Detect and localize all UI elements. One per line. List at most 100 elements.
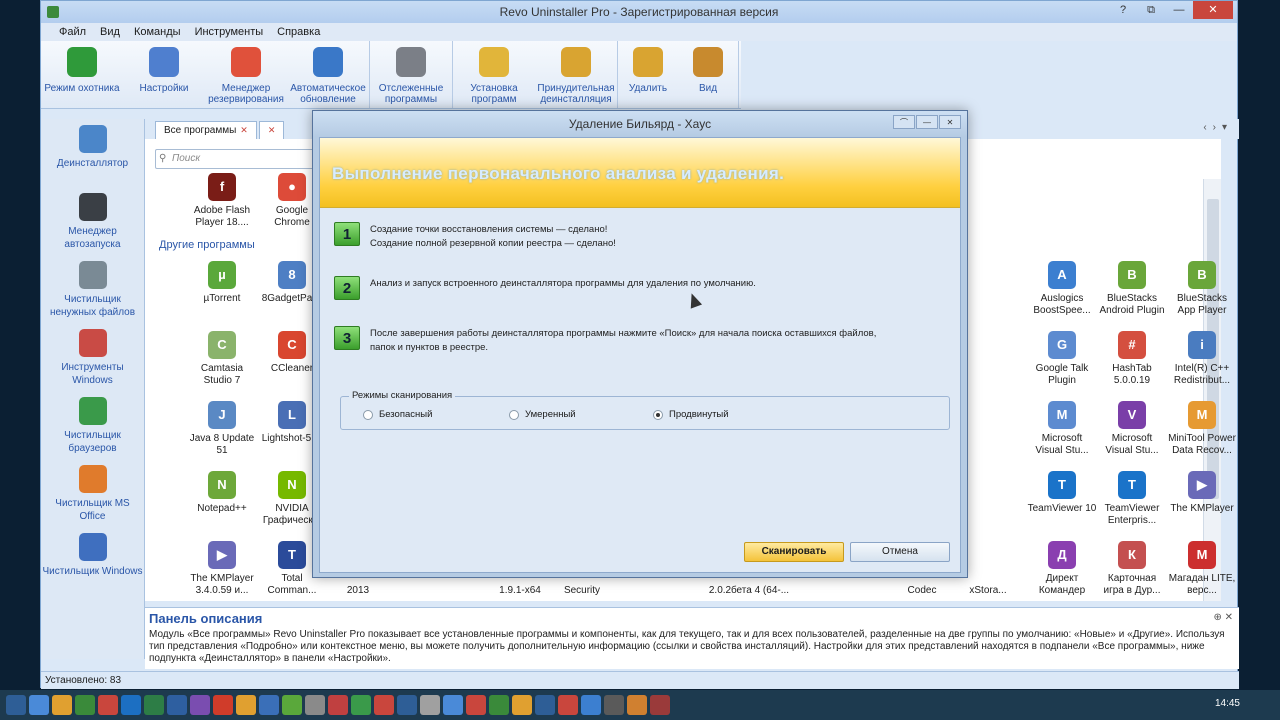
menu-file[interactable]: Файл [59, 23, 86, 41]
program-item[interactable]: К Карточная игра в Дур... [1097, 541, 1167, 597]
taskbar-app-icon[interactable] [282, 695, 302, 715]
program-item[interactable]: Д Директ Командер [1027, 541, 1097, 597]
sidebar-item-5[interactable]: Чистильщик MS Office [41, 459, 144, 527]
ribbon-button-1[interactable]: Настройки [123, 41, 205, 108]
taskbar-app-icon[interactable] [512, 695, 532, 715]
program-item[interactable]: B BlueStacks Android Plugin [1097, 261, 1167, 317]
radio-safe[interactable]: Безопасный [363, 409, 432, 420]
menu-tools[interactable]: Инструменты [195, 23, 264, 41]
taskbar-app-icon[interactable] [627, 695, 647, 715]
program-item[interactable]: A Auslogics BoostSpee... [1027, 261, 1097, 317]
taskbar-app-icon[interactable] [489, 695, 509, 715]
ribbon-button-0[interactable]: Режим охотника [41, 41, 123, 108]
taskbar-app-icon[interactable] [259, 695, 279, 715]
dialog-restore-icon[interactable]: ⌒ [893, 115, 915, 129]
program-item[interactable]: B BlueStacks App Player [1167, 261, 1237, 317]
program-item[interactable]: ▶ The KMPlayer [1167, 471, 1237, 515]
taskbar-app-icon[interactable] [374, 695, 394, 715]
program-item[interactable]: f Adobe Flash Player 18.... [187, 173, 257, 229]
taskbar-app-icon[interactable] [52, 695, 72, 715]
taskbar-app-icon[interactable] [121, 695, 141, 715]
taskbar-app-icon[interactable] [328, 695, 348, 715]
search-input[interactable]: Поиск [155, 149, 315, 169]
radio-advanced[interactable]: Продвинутый [653, 409, 729, 420]
tab-second[interactable]: ✕ [258, 121, 285, 139]
sidebar-item-label: Чистильщик Windows [42, 566, 143, 577]
program-item[interactable]: N Notepad++ [187, 471, 257, 515]
taskbar-app-icon[interactable] [213, 695, 233, 715]
ribbon-button-6[interactable]: Принудительная деинсталляция [535, 41, 617, 108]
program-item[interactable]: i Intel(R) C++ Redistribut... [1167, 331, 1237, 387]
taskbar-app-icon[interactable] [351, 695, 371, 715]
sidebar-item-4[interactable]: Чистильщик браузеров [41, 391, 144, 459]
dialog-minimize-icon[interactable]: — [916, 115, 938, 129]
sidebar-item-0[interactable]: Деинсталлятор [41, 119, 144, 187]
taskbar-app-icon[interactable] [581, 695, 601, 715]
menu-help[interactable]: Справка [277, 23, 320, 41]
taskbar-app-icon[interactable] [535, 695, 555, 715]
program-item[interactable]: M MiniTool Power Data Recov... [1167, 401, 1237, 457]
taskbar-app-icon[interactable] [75, 695, 95, 715]
taskbar-app-icon[interactable] [397, 695, 417, 715]
taskbar-app-icon[interactable] [305, 695, 325, 715]
program-item[interactable]: J Java 8 Update 51 [187, 401, 257, 457]
taskbar-app-icon[interactable] [144, 695, 164, 715]
program-item[interactable]: ▶ The KMPlayer 3.4.0.59 и... [187, 541, 257, 597]
sidebar-item-1[interactable]: Менеджер автозапуска [41, 187, 144, 255]
program-item[interactable]: M Магадан LITE, верс... [1167, 541, 1237, 597]
program-item[interactable]: T TeamViewer Enterpris... [1097, 471, 1167, 527]
ribbon-button-label: Автоматическое обновление [290, 83, 366, 105]
program-item[interactable]: # HashTab 5.0.0.19 [1097, 331, 1167, 387]
sidebar-item-6[interactable]: Чистильщик Windows [41, 527, 144, 595]
radio-advanced-circle[interactable] [653, 409, 663, 420]
ribbon-button-2[interactable]: Менеджер резервирования [205, 41, 287, 108]
tab-nav-arrows[interactable]: ‹›▾ [1203, 122, 1233, 133]
description-pin-close-icons[interactable]: ⊕ ✕ [1213, 612, 1233, 623]
taskbar-app-icon[interactable] [236, 695, 256, 715]
radio-moderate[interactable]: Умеренный [509, 409, 576, 420]
close-button[interactable]: ✕ [1193, 1, 1233, 19]
sidebar-item-2[interactable]: Чистильщик ненужных файлов [41, 255, 144, 323]
program-item[interactable]: V Microsoft Visual Stu... [1097, 401, 1167, 457]
taskbar-app-icon[interactable] [6, 695, 26, 715]
taskbar-app-icon[interactable] [650, 695, 670, 715]
radio-safe-label: Безопасный [379, 409, 433, 420]
minimize-button[interactable]: — [1165, 1, 1193, 19]
taskbar-app-icon[interactable] [558, 695, 578, 715]
program-item[interactable]: M Microsoft Visual Stu... [1027, 401, 1097, 457]
scan-button[interactable]: Сканировать [744, 542, 844, 562]
restore-button[interactable]: ⧉ [1137, 1, 1165, 19]
radio-safe-circle[interactable] [363, 409, 373, 420]
help-button[interactable]: ? [1109, 1, 1137, 19]
program-item[interactable]: µ µTorrent [187, 261, 257, 305]
program-label: Магадан LITE, верс... [1168, 573, 1236, 596]
ribbon-button-8[interactable]: Вид [678, 41, 738, 108]
program-item[interactable]: G Google Talk Plugin [1027, 331, 1097, 387]
ribbon-button-3[interactable]: Автоматическое обновление [287, 41, 369, 108]
program-item[interactable]: C Camtasia Studio 7 [187, 331, 257, 387]
ribbon-toolbar: Режим охотника Настройки Менеджер резервир… [41, 41, 741, 109]
taskbar-app-icon[interactable] [29, 695, 49, 715]
program-item[interactable]: T TeamViewer 10 [1027, 471, 1097, 515]
menu-commands[interactable]: Команды [134, 23, 181, 41]
ribbon-button-7[interactable]: Удалить [618, 41, 678, 108]
cancel-button[interactable]: Отмена [850, 542, 950, 562]
group-title-other: Другие программы [159, 239, 255, 251]
taskbar-app-icon[interactable] [604, 695, 624, 715]
dialog-close-icon[interactable]: ✕ [939, 115, 961, 129]
taskbar-app-icon[interactable] [167, 695, 187, 715]
vertical-scrollbar[interactable] [1203, 179, 1221, 601]
sidebar-item-3[interactable]: Инструменты Windows [41, 323, 144, 391]
taskbar-app-icon[interactable] [443, 695, 463, 715]
taskbar-app-icon[interactable] [98, 695, 118, 715]
ribbon-button-4[interactable]: Отслеженные программы [370, 41, 452, 108]
ribbon-button-5[interactable]: Установка программ [453, 41, 535, 108]
taskbar-app-icon[interactable] [466, 695, 486, 715]
tab-close-icon[interactable]: ✕ [240, 122, 248, 139]
taskbar-app-icon[interactable] [190, 695, 210, 715]
menu-view[interactable]: Вид [100, 23, 120, 41]
taskbar-app-icon[interactable] [420, 695, 440, 715]
tab-close-icon[interactable]: ✕ [268, 122, 276, 139]
radio-moderate-circle[interactable] [509, 409, 519, 420]
tab-all-programs[interactable]: Все программы ✕ [155, 121, 257, 139]
